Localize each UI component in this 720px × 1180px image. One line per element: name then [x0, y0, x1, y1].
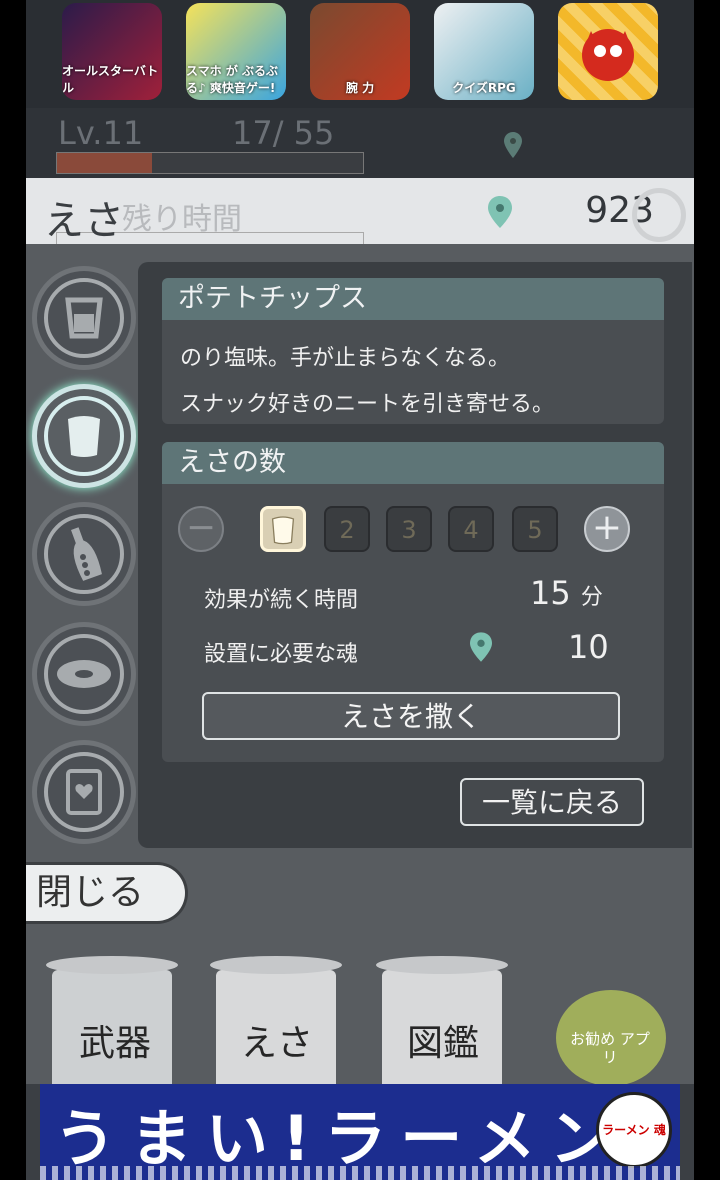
item-description-line: のり塩味。手が止まらなくなる。 — [180, 346, 511, 371]
page-title: えさ — [44, 198, 124, 244]
catalog-label[interactable]: 図鑑 — [368, 1014, 518, 1066]
esa-header-bar: 残り時間 えさ 923 — [26, 178, 694, 252]
weapon-label[interactable]: 武器 — [40, 1014, 190, 1066]
tab-ring — [44, 396, 124, 476]
exp-counter: 17/ 55 — [232, 114, 335, 152]
tab-ring — [44, 278, 124, 358]
heart-card-icon — [66, 769, 102, 815]
soul-pin-icon — [488, 196, 512, 228]
tab-card[interactable] — [32, 740, 136, 844]
soul-cost-label: 設置に必要な魂 — [204, 642, 359, 667]
app-icon-anime[interactable]: スマホ が ぶるぶる♪ 爽快音ゲー! — [186, 3, 286, 100]
game-screen: オールスターバトル スマホ が ぶるぶる♪ 爽快音ゲー! 腕 力 クイズRPG … — [26, 0, 694, 1180]
disc-icon — [57, 660, 111, 688]
app-icon-label: クイズRPG — [452, 81, 516, 95]
chips-bag-icon — [271, 516, 295, 545]
quantity-card: えさの数 − 2 3 4 5 + 効果が続く時間 15 分 設置に必要な魂 10… — [162, 442, 664, 762]
app-icon-spider[interactable]: オールスターバトル — [62, 3, 162, 100]
tab-ring — [44, 514, 124, 594]
bin-lid — [376, 956, 508, 974]
ad-banner-text: うまい!ラーメン — [54, 1102, 626, 1175]
item-title: ポテトチップス — [162, 278, 664, 320]
esa-detail-panel: ポテトチップス のり塩味。手が止まらなくなる。 スナック好きのニートを引き寄せる… — [138, 262, 692, 848]
quantity-stepper: − 2 3 4 5 + — [178, 502, 648, 562]
scatter-esa-button[interactable]: えさを撒く — [202, 692, 620, 740]
exp-progress-fill — [57, 153, 152, 173]
item-description-line: スナック好きのニートを引き寄せる。 — [180, 392, 555, 417]
effect-duration-value: 15 分 — [530, 574, 603, 612]
back-to-list-button[interactable]: 一覧に戻る — [460, 778, 644, 826]
app-icon-cat-quiz[interactable]: クイズRPG — [434, 3, 534, 100]
ad-logo: ラーメン 魂 — [596, 1092, 672, 1168]
tab-ring — [44, 634, 124, 714]
plus-button[interactable]: + — [584, 506, 630, 552]
ad-pattern — [40, 1166, 680, 1180]
quantity-title: えさの数 — [162, 442, 664, 484]
effect-duration-label: 効果が続く時間 — [204, 588, 359, 613]
chips-bag-icon — [68, 416, 100, 457]
quantity-option-3[interactable]: 3 — [386, 506, 432, 552]
tab-chips[interactable] — [32, 384, 136, 488]
soul-cost-value: 10 — [568, 628, 609, 666]
soul-pin-icon — [504, 132, 522, 158]
item-description-card: ポテトチップス のり塩味。手が止まらなくなる。 スナック好きのニートを引き寄せる… — [162, 278, 664, 424]
level-label: Lv.11 — [58, 114, 144, 152]
tab-ring — [44, 752, 124, 832]
tab-bottle[interactable] — [32, 502, 136, 606]
quantity-option-5[interactable]: 5 — [512, 506, 558, 552]
app-icon-warrior[interactable]: 腕 力 — [310, 3, 410, 100]
tab-disc[interactable] — [32, 622, 136, 726]
minus-button[interactable]: − — [178, 506, 224, 552]
close-button[interactable]: 閉じる — [26, 862, 188, 924]
tab-cup[interactable] — [32, 266, 136, 370]
exp-progress-bar — [56, 152, 364, 174]
recommend-apps-button[interactable]: お勧め アプリ — [568, 1030, 652, 1066]
level-header: Lv.11 17/ 55 — [26, 108, 694, 178]
app-icon-label: オールスターバトル — [62, 64, 159, 95]
cup-icon — [65, 297, 103, 339]
quantity-option-4[interactable]: 4 — [448, 506, 494, 552]
app-icon-label: 腕 力 — [345, 81, 375, 95]
esa-label[interactable]: えさ — [202, 1014, 352, 1066]
app-icon-label: スマホ が ぶるぶる♪ 爽快音ゲー! — [186, 64, 278, 95]
gear-icon[interactable] — [632, 188, 686, 242]
quantity-option-1[interactable] — [260, 506, 306, 552]
top-app-ad-banner[interactable]: オールスターバトル スマホ が ぶるぶる♪ 爽快音ゲー! 腕 力 クイズRPG — [26, 0, 694, 108]
bottle-icon — [71, 527, 102, 581]
red-monster-icon — [582, 29, 634, 81]
quantity-option-2[interactable]: 2 — [324, 506, 370, 552]
bin-lid — [46, 956, 178, 974]
effect-duration-number: 15 — [530, 574, 571, 612]
effect-duration-unit: 分 — [580, 585, 603, 610]
soul-pin-icon — [470, 632, 492, 662]
app-icon-red-monster[interactable] — [558, 3, 658, 100]
bin-lid — [210, 956, 342, 974]
bottom-ad-banner[interactable]: うまい!ラーメン ラーメン 魂 — [40, 1084, 680, 1180]
